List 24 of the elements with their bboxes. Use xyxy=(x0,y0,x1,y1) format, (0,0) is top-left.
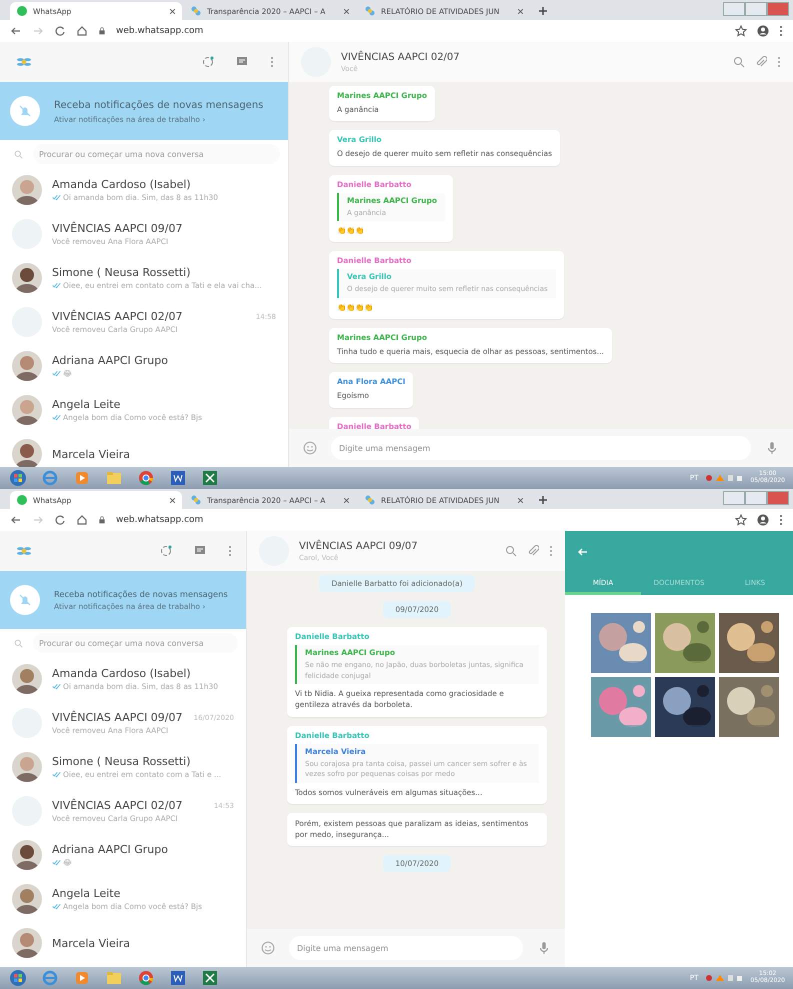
message-input[interactable]: Digite uma mensagem xyxy=(289,936,523,960)
chat-name[interactable]: Simone ( Neusa Rossetti) xyxy=(52,266,276,279)
address-field[interactable]: web.whatsapp.com xyxy=(116,26,204,36)
chat-title[interactable]: VIVÊNCIAS AAPCI 09/07 xyxy=(299,540,495,552)
chat-name[interactable]: VIVÊNCIAS AAPCI 09/07 xyxy=(52,222,276,235)
chat-name[interactable]: Adriana AAPCI Grupo xyxy=(52,843,234,856)
notification-title: Receba notificações de novas mensagens xyxy=(54,588,228,600)
address-field[interactable]: web.whatsapp.com xyxy=(116,515,204,525)
chat-name[interactable]: VIVÊNCIAS AAPCI 09/07 xyxy=(52,711,194,724)
chat-name[interactable]: Amanda Cardoso (Isabel) xyxy=(52,178,276,191)
chat-name[interactable]: VIVÊNCIAS AAPCI 02/07 xyxy=(52,799,214,812)
notification-title: Receba notificações de novas mensagens xyxy=(54,98,264,112)
chat-name[interactable]: Amanda Cardoso (Isabel) xyxy=(52,667,234,680)
message-input[interactable]: Digite uma mensagem xyxy=(331,436,751,460)
chat-name[interactable]: Adriana AAPCI Grupo xyxy=(52,354,276,367)
chat-name[interactable]: Simone ( Neusa Rossetti) xyxy=(52,755,234,768)
chat-title[interactable]: VIVÊNCIAS AAPCI 02/07 xyxy=(341,52,723,62)
chat-name[interactable]: Marcela Vieira xyxy=(52,936,234,950)
chat-name[interactable]: Angela Leite xyxy=(52,887,234,900)
search-field[interactable]: Procurar ou começar uma nova conversa xyxy=(33,633,238,653)
chat-name[interactable]: VIVÊNCIAS AAPCI 02/07 xyxy=(52,310,256,323)
search-field[interactable]: Procurar ou começar uma nova conversa xyxy=(33,144,280,164)
chat-name[interactable]: Marcela Vieira xyxy=(52,448,276,460)
chat-name[interactable]: Angela Leite xyxy=(52,398,276,411)
